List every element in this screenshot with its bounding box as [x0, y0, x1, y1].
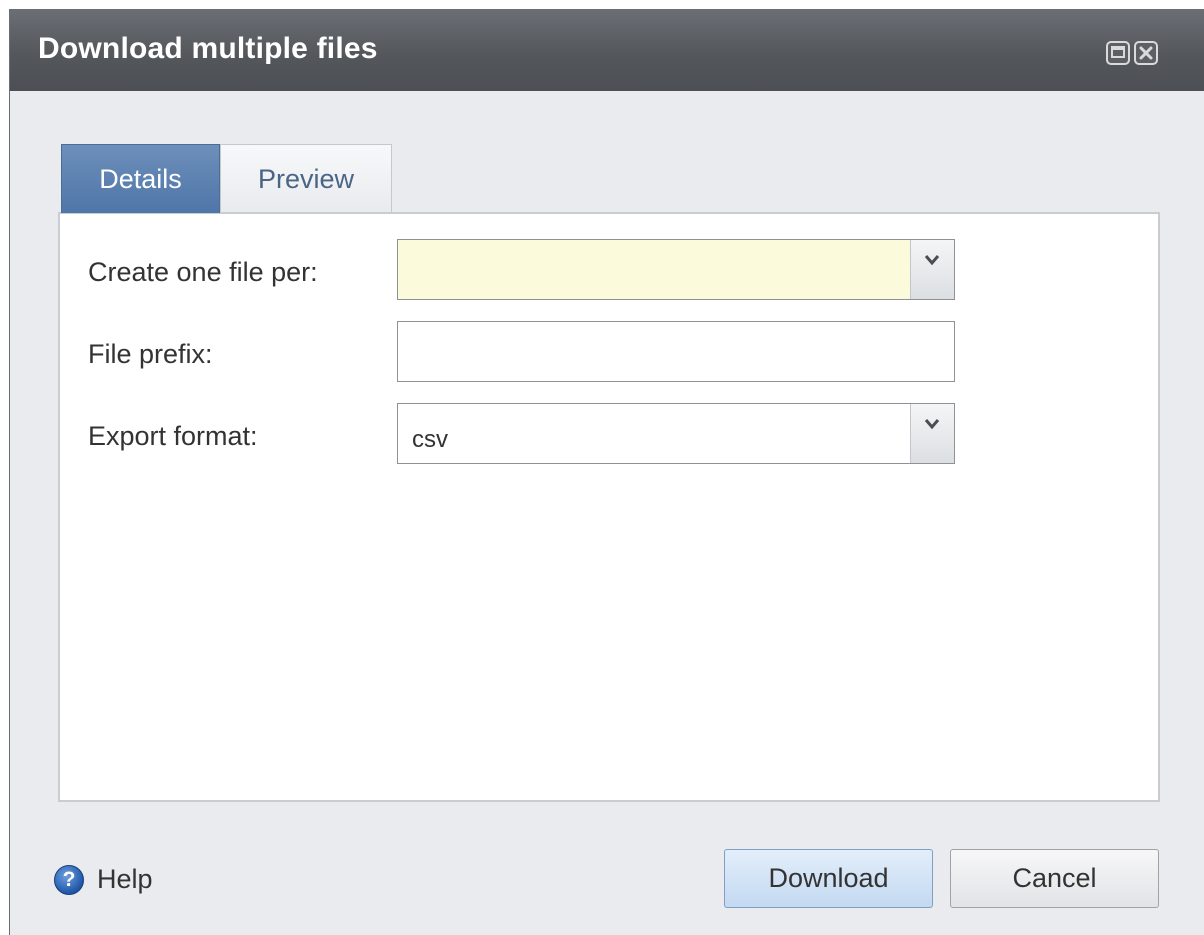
create-one-file-per-select[interactable]	[397, 239, 955, 300]
download-multiple-files-dialog: Download multiple files Details Preview …	[9, 9, 1204, 935]
file-prefix-label: File prefix:	[88, 339, 213, 369]
tab-details[interactable]: Details	[61, 144, 220, 213]
maximize-icon[interactable]	[1106, 41, 1130, 65]
tab-preview[interactable]: Preview	[220, 144, 392, 213]
export-format-dropdown-button[interactable]	[910, 404, 954, 463]
create-one-file-per-dropdown-button[interactable]	[910, 240, 954, 299]
close-icon[interactable]	[1134, 41, 1158, 65]
help-label: Help	[97, 864, 153, 894]
help-icon: ?	[54, 864, 84, 895]
chevron-down-icon	[924, 419, 940, 430]
export-format-value: csv	[412, 426, 448, 453]
tab-preview-label: Preview	[257, 163, 355, 194]
tab-details-label: Details	[99, 163, 182, 194]
dialog-titlebar: Download multiple files	[10, 10, 1204, 91]
details-panel	[58, 212, 1160, 802]
create-one-file-per-label: Create one file per:	[88, 257, 318, 287]
chevron-down-icon	[924, 255, 940, 266]
cancel-button[interactable]: Cancel	[950, 849, 1159, 908]
help-link[interactable]: ? Help	[54, 864, 153, 895]
file-prefix-input[interactable]	[397, 321, 955, 382]
dialog-title: Download multiple files	[38, 32, 378, 65]
export-format-label: Export format:	[88, 421, 258, 451]
export-format-select[interactable]: csv	[397, 403, 955, 464]
download-button[interactable]: Download	[724, 849, 933, 908]
